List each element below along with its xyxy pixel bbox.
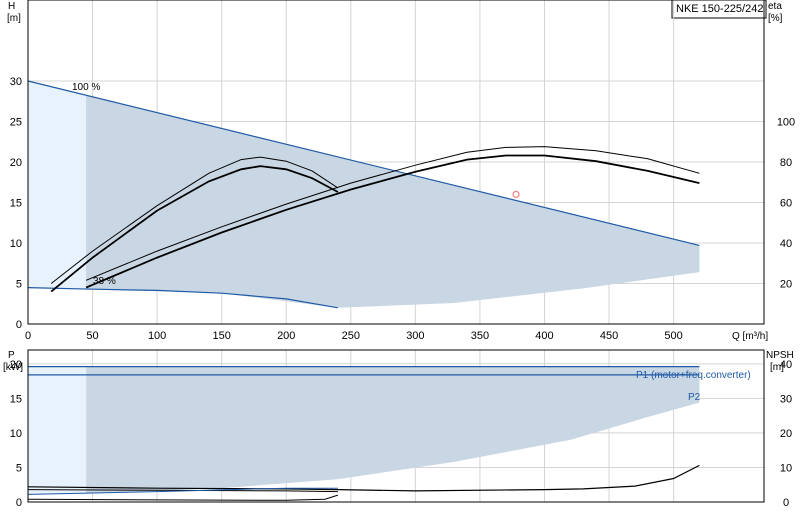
upper-x-tick: 100 — [148, 330, 166, 342]
upper-y2-tick: 20 — [780, 279, 792, 291]
upper-y2-tick: 60 — [780, 198, 792, 210]
y-axis-label-p: P — [8, 350, 15, 361]
lower-y-tick: 0 — [16, 497, 22, 509]
speed-label-38: 38 % — [93, 276, 116, 287]
lower-y2-tick: 0 — [783, 497, 789, 509]
model-label: NKE 150-225/242 — [676, 3, 763, 15]
p2-label: P2 — [688, 392, 701, 403]
p1-label: P1 (motor+freq.converter) — [636, 370, 751, 381]
lower-region-fill — [86, 366, 700, 494]
duty-point-marker — [512, 190, 520, 198]
upper-y-tick: 15 — [10, 198, 22, 210]
upper-region-fill — [28, 81, 700, 308]
y-axis-unit-kw: [kW] — [3, 362, 23, 373]
lower-series-NPSH-low — [27, 494, 339, 501]
upper-y-tick: 25 — [10, 117, 22, 129]
upper-x-tick: 300 — [406, 330, 424, 342]
upper-y2-tick: 40 — [780, 238, 792, 250]
upper-y-tick: 0 — [16, 319, 22, 331]
lower-y-tick: 5 — [16, 462, 22, 474]
upper-x-tick: 450 — [600, 330, 618, 342]
upper-y-tick: 30 — [10, 76, 22, 88]
lower-y2-tick: 20 — [780, 428, 792, 440]
upper-y-tick: 5 — [16, 279, 22, 291]
lower-y2-tick: 30 — [780, 393, 792, 405]
x-axis-label-q: Q [m³/h] — [732, 331, 768, 342]
y2-axis-label-eta: eta — [768, 1, 782, 12]
upper-y-tick: 20 — [10, 157, 22, 169]
upper-x-tick: 350 — [471, 330, 489, 342]
power-npsh-plot: 05101520010203040 P [kW] NPSH [m] P1 (mo… — [3, 349, 794, 509]
upper-x-tick: 150 — [213, 330, 231, 342]
y2-axis-unit-m: [m] — [770, 362, 784, 373]
upper-y2-tick: 80 — [780, 157, 792, 169]
upper-y-tick: 10 — [10, 238, 22, 250]
upper-operating-region — [28, 81, 700, 308]
pump-performance-chart: NKE 150-225/242 051015202530204060801000… — [3, 0, 795, 509]
upper-x-tick: 200 — [277, 330, 295, 342]
upper-x-tick: 500 — [664, 330, 682, 342]
upper-x-tick: 50 — [86, 330, 98, 342]
upper-y2-tick: 100 — [777, 117, 795, 129]
head-efficiency-plot: 0 5 10 15 20 25 30 20 40 60 80 100 0 50 100 150 200 250 30… — [7, 0, 795, 342]
y2-axis-label-npsh: NPSH — [766, 350, 794, 361]
lower-y-tick: 15 — [10, 393, 22, 405]
y2-axis-unit-eta: [%] — [768, 13, 783, 24]
lower-operating-region — [28, 366, 700, 495]
y-axis-unit-h: [m] — [7, 13, 21, 24]
speed-label-100: 100 % — [72, 82, 100, 93]
lower-y-tick: 10 — [10, 428, 22, 440]
y-axis-label-h: H — [8, 1, 15, 12]
upper-x-tick: 0 — [25, 330, 31, 342]
upper-x-tick: 250 — [342, 330, 360, 342]
upper-region-light — [28, 81, 87, 290]
lower-y2-tick: 10 — [780, 462, 792, 474]
upper-x-tick: 400 — [535, 330, 553, 342]
lower-region-light — [28, 366, 87, 495]
